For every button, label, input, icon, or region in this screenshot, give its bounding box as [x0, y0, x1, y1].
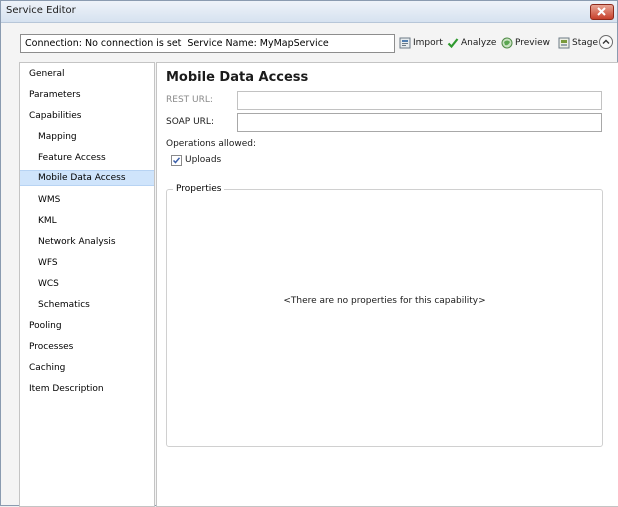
- import-icon: [399, 37, 411, 49]
- nav-item-wcs[interactable]: WCS: [20, 276, 154, 292]
- nav-item-label: Feature Access: [38, 153, 106, 163]
- collapse-toolbar-button[interactable]: [599, 35, 613, 49]
- nav-item-schematics[interactable]: Schematics: [20, 297, 154, 313]
- stage-icon: [558, 37, 570, 49]
- nav-item-label: Mobile Data Access: [38, 173, 126, 183]
- nav-item-label: Parameters: [29, 90, 81, 100]
- stage-button[interactable]: Stage: [558, 35, 598, 51]
- soap-url-label: SOAP URL:: [166, 117, 214, 127]
- toolbar: Connection: No connection is set Service …: [1, 23, 617, 56]
- nav-item-label: KML: [38, 216, 57, 226]
- nav-item-label: WCS: [38, 279, 59, 289]
- rest-url-field[interactable]: [237, 91, 602, 110]
- import-button[interactable]: Import: [399, 35, 443, 51]
- nav-item-label: Network Analysis: [38, 237, 116, 247]
- close-button[interactable]: [590, 4, 614, 20]
- no-properties-message: <There are no properties for this capabi…: [283, 296, 486, 306]
- nav-item-label: Processes: [29, 342, 74, 352]
- nav-item-processes[interactable]: Processes: [20, 339, 154, 355]
- nav-item-mapping[interactable]: Mapping: [20, 129, 154, 145]
- uploads-label: Uploads: [185, 155, 222, 165]
- nav-item-label: WFS: [38, 258, 58, 268]
- title-bar: Service Editor: [1, 1, 617, 23]
- preview-label: Preview: [515, 38, 551, 48]
- nav-item-capabilities[interactable]: Capabilities: [20, 108, 154, 124]
- checkmark-icon: [172, 157, 181, 164]
- nav-item-network-analysis[interactable]: Network Analysis: [20, 234, 154, 250]
- capabilities-nav: General Parameters Capabilities Mapping …: [19, 62, 155, 507]
- nav-item-label: Capabilities: [29, 111, 82, 121]
- nav-item-label: Schematics: [38, 300, 90, 310]
- service-editor-window: Service Editor Connection: No connection…: [0, 0, 618, 507]
- rest-url-label: REST URL:: [166, 95, 213, 105]
- nav-item-wms[interactable]: WMS: [20, 192, 154, 208]
- operations-allowed-label: Operations allowed:: [166, 139, 257, 149]
- nav-item-label: Caching: [29, 363, 66, 373]
- nav-item-parameters[interactable]: Parameters: [20, 87, 154, 103]
- service-name-text: Service Name: MyMapService: [187, 38, 329, 49]
- uploads-checkbox[interactable]: [171, 155, 182, 166]
- checkmark-icon: [447, 38, 459, 49]
- soap-url-field[interactable]: [237, 113, 602, 132]
- nav-item-caching[interactable]: Caching: [20, 360, 154, 376]
- connection-status-field: Connection: No connection is set Service …: [20, 34, 395, 53]
- chevron-up-icon: [602, 39, 610, 44]
- nav-item-general[interactable]: General: [20, 66, 154, 82]
- analyze-button[interactable]: Analyze: [447, 35, 496, 51]
- nav-item-item-description[interactable]: Item Description: [20, 381, 154, 397]
- nav-item-mobile-data-access[interactable]: Mobile Data Access: [20, 170, 154, 186]
- close-icon: [597, 7, 606, 16]
- preview-button[interactable]: Preview: [501, 35, 550, 51]
- preview-icon: [501, 37, 513, 49]
- nav-item-label: WMS: [38, 195, 61, 205]
- nav-item-label: General: [29, 69, 65, 79]
- page-title: Mobile Data Access: [166, 70, 309, 85]
- nav-item-pooling[interactable]: Pooling: [20, 318, 154, 334]
- nav-item-feature-access[interactable]: Feature Access: [20, 150, 154, 166]
- nav-item-wfs[interactable]: WFS: [20, 255, 154, 271]
- nav-item-label: Pooling: [29, 321, 62, 331]
- nav-item-kml[interactable]: KML: [20, 213, 154, 229]
- properties-group: Properties <There are no properties for …: [166, 184, 603, 447]
- stage-label: Stage: [572, 38, 599, 48]
- connection-text: Connection: No connection is set: [25, 38, 182, 49]
- nav-item-label: Item Description: [29, 384, 104, 394]
- capability-settings-panel: Mobile Data Access REST URL: SOAP URL: O…: [156, 62, 618, 507]
- properties-group-title: Properties: [173, 184, 225, 194]
- analyze-label: Analyze: [461, 38, 497, 48]
- import-label: Import: [413, 38, 443, 48]
- window-title: Service Editor: [6, 5, 76, 16]
- nav-item-label: Mapping: [38, 132, 77, 142]
